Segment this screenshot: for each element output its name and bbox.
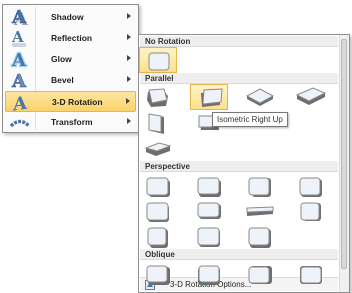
svg-text:A: A <box>11 71 27 90</box>
menu-item-glow[interactable]: A Glow <box>5 49 136 70</box>
3d-rotation-gallery: No Rotation Parallel Isometric Right Up … <box>138 34 350 293</box>
bevel-effect-icon: A <box>11 71 28 90</box>
preset-isometric-bottom-down[interactable] <box>139 110 177 136</box>
preset-oblique[interactable] <box>241 262 279 288</box>
preset-perspective[interactable] <box>139 174 177 200</box>
section-header-no-rotation: No Rotation <box>140 36 338 47</box>
preset-perspective[interactable] <box>292 174 330 200</box>
preset-perspective[interactable] <box>139 224 177 250</box>
submenu-arrow-icon <box>127 13 131 19</box>
svg-text:A: A <box>11 8 27 27</box>
rotated-shape-icon <box>300 266 322 284</box>
preset-isometric-top-down[interactable] <box>292 84 330 110</box>
scrollbar-thumb[interactable] <box>341 39 347 269</box>
rotated-shape-icon <box>146 265 170 285</box>
rotated-shape-icon <box>299 177 322 197</box>
rotated-shape-icon <box>295 87 327 105</box>
3d-rotation-effect-icon: A <box>12 93 28 112</box>
preset-no-rotation[interactable] <box>139 47 177 73</box>
menu-item-label: Reflection <box>51 33 93 43</box>
rotated-shape-icon <box>246 206 274 216</box>
rotated-shape-icon <box>197 177 221 197</box>
menu-item-label: Shadow <box>51 12 84 22</box>
menu-item-reflection[interactable]: A Reflection <box>5 28 136 49</box>
menu-item-3d-rotation[interactable]: A 3-D Rotation <box>5 91 136 112</box>
preset-perspective[interactable] <box>190 224 228 250</box>
preset-perspective[interactable] <box>190 199 228 225</box>
rotated-shape-icon <box>248 227 271 248</box>
preset-perspective[interactable] <box>190 174 228 200</box>
text-effects-menu: A A Shadow A Reflection A Glow A Bevel A… <box>2 4 139 133</box>
preset-oblique[interactable] <box>139 262 177 288</box>
preset-isometric-top-up[interactable] <box>241 84 279 110</box>
gallery-scrollbar[interactable] <box>339 35 349 292</box>
section-header-oblique: Oblique <box>140 249 338 260</box>
rotated-shape-icon <box>148 113 164 134</box>
rotated-shape-icon <box>248 266 272 284</box>
submenu-arrow-icon <box>127 118 131 124</box>
menu-item-label: Glow <box>51 54 72 64</box>
transform-effect-icon <box>9 119 31 128</box>
menu-item-label: Bevel <box>51 75 74 85</box>
menu-item-bevel[interactable]: A Bevel <box>5 70 136 91</box>
preset-perspective[interactable] <box>241 174 279 200</box>
submenu-arrow-icon <box>126 98 130 104</box>
rotated-shape-icon <box>198 265 220 285</box>
rotated-shape-icon <box>201 88 223 107</box>
preset-perspective[interactable] <box>292 199 330 225</box>
preset-tooltip: Isometric Right Up <box>212 112 288 127</box>
submenu-arrow-icon <box>127 34 131 40</box>
menu-item-transform[interactable]: Transform <box>5 112 136 133</box>
menu-item-label: Transform <box>51 117 93 127</box>
rotated-shape-icon <box>146 177 170 197</box>
preset-perspective[interactable] <box>139 199 177 225</box>
reflection-effect-icon: A <box>11 29 26 47</box>
submenu-arrow-icon <box>127 55 131 61</box>
menu-item-shadow[interactable]: A A Shadow <box>5 7 136 28</box>
rotated-shape-icon <box>146 202 169 222</box>
section-header-perspective: Perspective <box>140 161 338 172</box>
preset-isometric-left-down[interactable] <box>139 84 177 110</box>
rotated-shape-icon <box>144 142 172 156</box>
rotated-shape-icon <box>147 88 168 107</box>
preset-isometric-off-axis[interactable] <box>139 136 177 162</box>
section-header-parallel: Parallel <box>140 73 338 84</box>
rotated-shape-icon <box>197 202 221 219</box>
rotated-shape-icon <box>300 202 321 221</box>
menu-item-label: 3-D Rotation <box>52 97 103 107</box>
rotated-shape-icon <box>147 227 168 248</box>
shadow-effect-icon: A A <box>11 8 29 27</box>
svg-text:A: A <box>12 93 28 112</box>
no-rotation-shape-icon <box>148 52 170 71</box>
svg-text:A: A <box>11 50 27 69</box>
rotated-shape-icon <box>245 88 275 106</box>
preset-isometric-right-up[interactable] <box>190 84 228 110</box>
submenu-arrow-icon <box>127 76 131 82</box>
rotated-shape-icon <box>197 227 220 247</box>
preset-perspective[interactable] <box>241 199 279 225</box>
glow-effect-icon: A <box>10 50 29 69</box>
rotated-shape-icon <box>248 177 271 197</box>
preset-perspective[interactable] <box>241 224 279 250</box>
preset-oblique[interactable] <box>292 262 330 288</box>
preset-oblique[interactable] <box>190 262 228 288</box>
